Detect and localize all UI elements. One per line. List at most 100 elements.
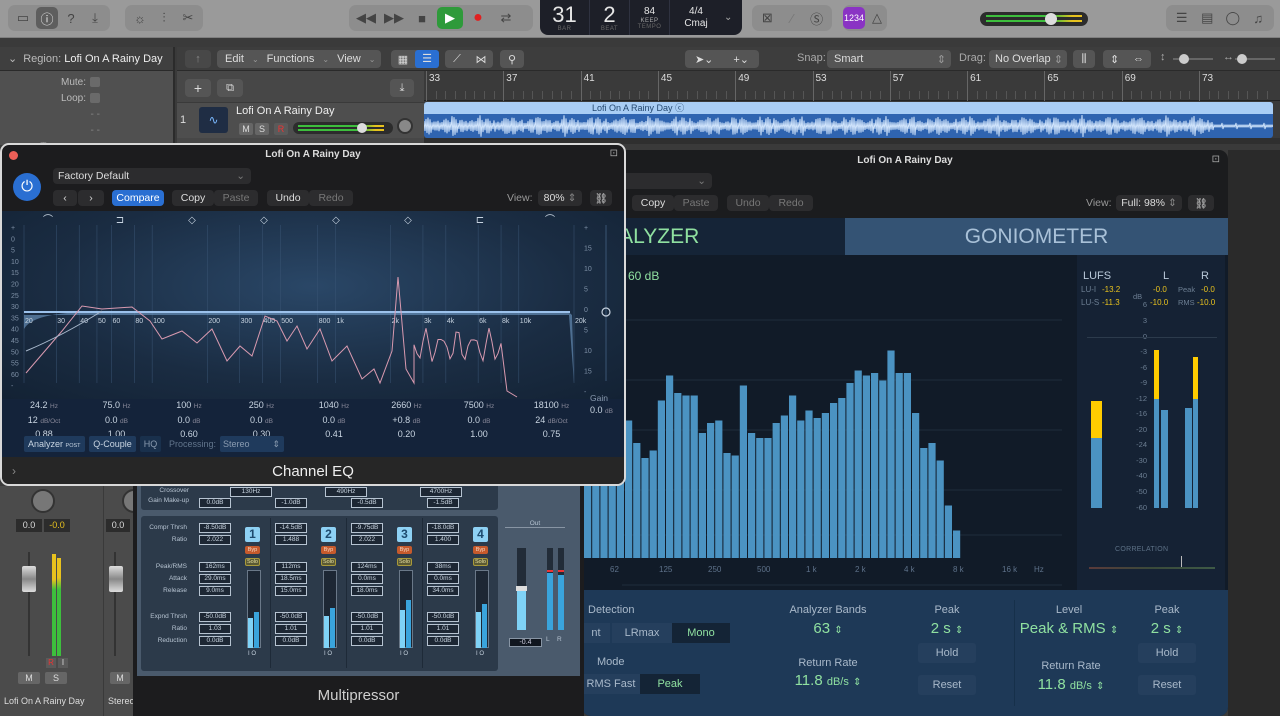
list-editors-icon[interactable]: ☰ — [1170, 7, 1194, 29]
functions-menu[interactable]: Functions — [259, 53, 323, 65]
band-1-number[interactable]: 1 — [245, 527, 260, 542]
vertical-fit-icon[interactable]: ⇕ — [1110, 53, 1119, 66]
band-frequency[interactable]: 7500 — [464, 400, 484, 410]
band-2-reduction[interactable]: 0.0dB — [275, 636, 307, 646]
library-icon[interactable]: ▭ — [12, 7, 34, 29]
audio-region[interactable]: Lofi On A Rainy Day ⓒ — [424, 102, 1273, 138]
band-frequency[interactable]: 250 — [249, 400, 264, 410]
next-preset-icon[interactable]: › — [78, 190, 104, 206]
smart-controls-icon[interactable]: ☼ — [129, 7, 151, 29]
band-1-attack[interactable]: 29.0ms — [199, 574, 231, 584]
tuner-icon[interactable]: ⁄ — [781, 7, 804, 29]
band-1-bypass-button[interactable]: Byp — [245, 546, 260, 554]
preset-select[interactable]: Factory Default ⌄ — [53, 168, 251, 184]
band-2-attack[interactable]: 18.5ms — [275, 574, 307, 584]
horizontal-zoom-slider[interactable] — [1235, 54, 1275, 64]
return-rate-2-select[interactable]: 11.8 dB/s ⇕ — [1021, 676, 1121, 693]
eq-band-4-shape-icon[interactable]: ◇ — [260, 215, 268, 226]
band-gain[interactable]: 0.0 — [178, 415, 191, 425]
band-gain[interactable]: 0.0 — [250, 415, 263, 425]
band-2-release[interactable]: 15.0ms — [275, 586, 307, 596]
band-gain[interactable]: 0.0 — [323, 415, 336, 425]
band-4-attack[interactable]: 0.0ms — [427, 574, 459, 584]
band-3-expnd-thrsh[interactable]: -50.0dB — [351, 612, 383, 622]
band-2-ratio[interactable]: 1.488 — [275, 535, 307, 545]
undo-button[interactable]: Undo — [267, 190, 309, 206]
replace-icon[interactable]: ⊠ — [756, 7, 779, 29]
mode-option-rms-fast[interactable]: RMS Fast — [582, 674, 640, 694]
band-4-number[interactable]: 4 — [473, 527, 488, 542]
band-2-solo-button[interactable]: Solo — [321, 558, 336, 566]
horizontal-fit-icon[interactable]: ⇔ — [1133, 53, 1144, 65]
q-couple-button[interactable]: Q-Couple — [89, 436, 136, 452]
count-in-button[interactable]: 1234 — [843, 7, 865, 29]
band-2-bypass-button[interactable]: Byp — [321, 546, 336, 554]
band-gain[interactable]: 0.0 — [105, 415, 118, 425]
band-3-attack[interactable]: 0.0ms — [351, 574, 383, 584]
band-3-reduction[interactable]: 0.0dB — [351, 636, 383, 646]
drag-select[interactable]: No Overlap ⇕ — [989, 50, 1067, 68]
lm-undo-button[interactable]: Undo — [727, 195, 769, 211]
copy-button[interactable]: Copy — [172, 190, 214, 206]
eq-band-1-shape-icon[interactable]: ⌒ — [43, 214, 53, 226]
band-q[interactable]: 0.75 — [543, 429, 561, 439]
band-3-number[interactable]: 3 — [397, 527, 412, 542]
eq-curve-display[interactable]: +051015202530354045505560-+15105051015-2… — [2, 211, 624, 399]
inspector-icon[interactable]: ⓘ — [36, 7, 58, 29]
track-solo-button[interactable]: S — [255, 123, 269, 135]
band-2-exp-ratio[interactable]: 1.01 — [275, 624, 307, 634]
band-2-compr-thrsh[interactable]: -14.5dB — [275, 523, 307, 533]
band-4-exp-ratio[interactable]: 1.01 — [427, 624, 459, 634]
notepad-icon[interactable]: ▤ — [1196, 7, 1220, 29]
band-q[interactable]: 0.20 — [398, 429, 416, 439]
band-3-exp-ratio[interactable]: 1.01 — [351, 624, 383, 634]
band-4-expnd-thrsh[interactable]: -50.0dB — [427, 612, 459, 622]
master-volume-slider[interactable] — [980, 12, 1088, 26]
power-icon[interactable]: ⏻ — [13, 173, 41, 201]
band-3-peak-rms[interactable]: 124ms — [351, 562, 383, 572]
hq-button[interactable]: HQ — [140, 436, 161, 452]
band-frequency[interactable]: 100 — [176, 400, 191, 410]
forward-icon[interactable]: ▶▶ — [381, 7, 407, 29]
eq-band-8-shape-icon[interactable]: ⌒ — [545, 214, 555, 226]
eq-band-5-shape-icon[interactable]: ◇ — [332, 215, 340, 226]
band-1-exp-ratio[interactable]: 1.03 — [199, 624, 231, 634]
secondary-tool-icon[interactable]: +⌄ — [733, 53, 749, 66]
track-row[interactable]: 1 ∿ Lofi On A Rainy Day M S R — [177, 102, 424, 138]
lm-redo-button[interactable]: Redo — [769, 195, 813, 211]
region-header[interactable]: ⌄ Region: Lofi On A Rainy Day — [0, 47, 173, 71]
redo-button[interactable]: Redo — [309, 190, 353, 206]
band-3-ratio[interactable]: 2.022 — [351, 535, 383, 545]
band-q[interactable]: 0.60 — [180, 429, 198, 439]
paste-button[interactable]: Paste — [214, 190, 258, 206]
split-icon[interactable]: ⚲ — [500, 50, 524, 68]
global-tracks-button[interactable]: ⤓ — [390, 79, 414, 97]
out-value[interactable]: -0.4 — [509, 638, 542, 647]
view-menu[interactable]: View — [329, 53, 369, 65]
eq-band-3-shape-icon[interactable]: ◇ — [188, 215, 196, 226]
band-4-ratio[interactable]: 1.400 — [427, 535, 459, 545]
expand-icon[interactable]: › — [12, 457, 16, 484]
band-frequency[interactable]: 18100 — [534, 400, 559, 410]
peak-hold-select[interactable]: 2 s ⇕ — [918, 620, 976, 637]
metronome-icon[interactable]: △ — [867, 7, 887, 29]
help-icon[interactable]: ? — [60, 7, 82, 29]
crossover-2[interactable]: 490Hz — [325, 487, 367, 497]
solo-button-1[interactable]: S — [45, 672, 67, 684]
lm-view-select[interactable]: Full: 98% ⇕ — [1116, 195, 1182, 211]
gain-makeup-2[interactable]: -1.0dB — [275, 498, 307, 508]
band-gain[interactable]: +0.8 — [392, 415, 410, 425]
disclosure-icon[interactable]: ⌄ — [8, 52, 17, 65]
grid-view-icon[interactable]: ▦ — [391, 53, 415, 66]
automation-icon[interactable]: ⟋ — [445, 53, 469, 66]
band-2-number[interactable]: 2 — [321, 527, 336, 542]
detection-option-mono[interactable]: Mono — [672, 623, 730, 643]
band-4-solo-button[interactable]: Solo — [473, 558, 488, 566]
lcd-display[interactable]: 31 BAR 2 BEAT 84 KEEP TEMPO 4/4 Cmaj ⌄ — [540, 0, 742, 35]
band-2-peak-rms[interactable]: 112ms — [275, 562, 307, 572]
band-1-release[interactable]: 9.0ms — [199, 586, 231, 596]
crossover-1[interactable]: 130Hz — [230, 487, 272, 497]
pan-knob-1[interactable] — [31, 489, 55, 513]
lm-copy-button[interactable]: Copy — [632, 195, 674, 211]
loops-icon[interactable]: ◯ — [1221, 7, 1245, 29]
